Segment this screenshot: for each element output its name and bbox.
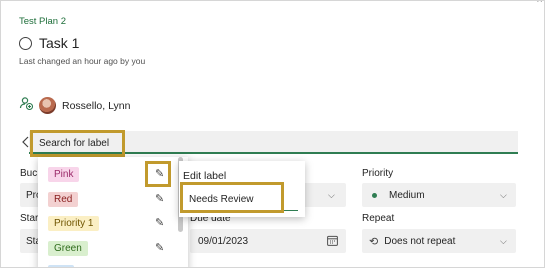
calendar-icon[interactable] [327, 235, 338, 249]
avatar[interactable] [39, 97, 56, 114]
priority-value: Medium [389, 189, 425, 201]
highlight-search-box [30, 130, 125, 157]
label-chip-pink[interactable]: Pink [48, 167, 80, 182]
plan-name[interactable]: Test Plan 2 [19, 16, 66, 27]
priority-dot-icon [372, 192, 377, 198]
priority-label: Priority [362, 168, 394, 179]
progress-select[interactable]: ⌵ [301, 183, 346, 207]
highlight-edit-input [180, 182, 284, 213]
window-corner-icon[interactable]: ⌃ [535, 1, 544, 10]
task-details-panel: ⌃ Test Plan 2 Task 1 Last changed an hou… [0, 0, 545, 268]
label-chip-text: Priority 1 [54, 218, 94, 229]
pencil-icon[interactable]: ✎ [155, 192, 164, 205]
label-chip-priority-1[interactable]: Priority 1 [48, 216, 100, 231]
due-date-value: 09/01/2023 [198, 235, 249, 247]
repeat-select[interactable]: ⟲ Does not repeat ⌵ [362, 229, 516, 253]
task-title[interactable]: Task 1 [39, 35, 79, 51]
label-chip-green[interactable]: Green [48, 241, 88, 256]
bucket-label: Buc [20, 168, 38, 179]
complete-task-radio[interactable] [19, 36, 32, 50]
chevron-down-icon: ⌵ [500, 236, 507, 246]
start-date-label: Star [20, 213, 39, 224]
repeat-icon: ⟲ [369, 235, 379, 248]
due-date-input[interactable]: 09/01/2023 [190, 229, 346, 253]
label-chip-red[interactable]: Red [48, 192, 79, 207]
label-chip-text: Pink [54, 169, 74, 180]
add-assignee-icon[interactable] [19, 96, 34, 115]
assignee-name[interactable]: Rossello, Lynn [62, 100, 130, 112]
edit-label-title: Edit label [183, 170, 227, 182]
assignee-row: Rossello, Lynn [19, 96, 130, 115]
label-chip-text: Green [54, 243, 82, 254]
last-changed-text: Last changed an hour ago by you [19, 56, 146, 66]
task-title-row: Task 1 [19, 35, 79, 51]
chevron-down-icon: ⌵ [328, 190, 335, 200]
pencil-icon[interactable]: ✎ [155, 241, 164, 254]
pencil-icon[interactable]: ✎ [155, 216, 164, 229]
highlight-pencil [145, 161, 171, 187]
label-tag-icon [21, 136, 29, 151]
label-chip-text: Red [54, 194, 73, 205]
chevron-down-icon: ⌵ [500, 190, 507, 200]
priority-select[interactable]: Medium ⌵ [362, 183, 516, 207]
repeat-label: Repeat [362, 213, 395, 224]
repeat-value: Does not repeat [384, 235, 456, 247]
